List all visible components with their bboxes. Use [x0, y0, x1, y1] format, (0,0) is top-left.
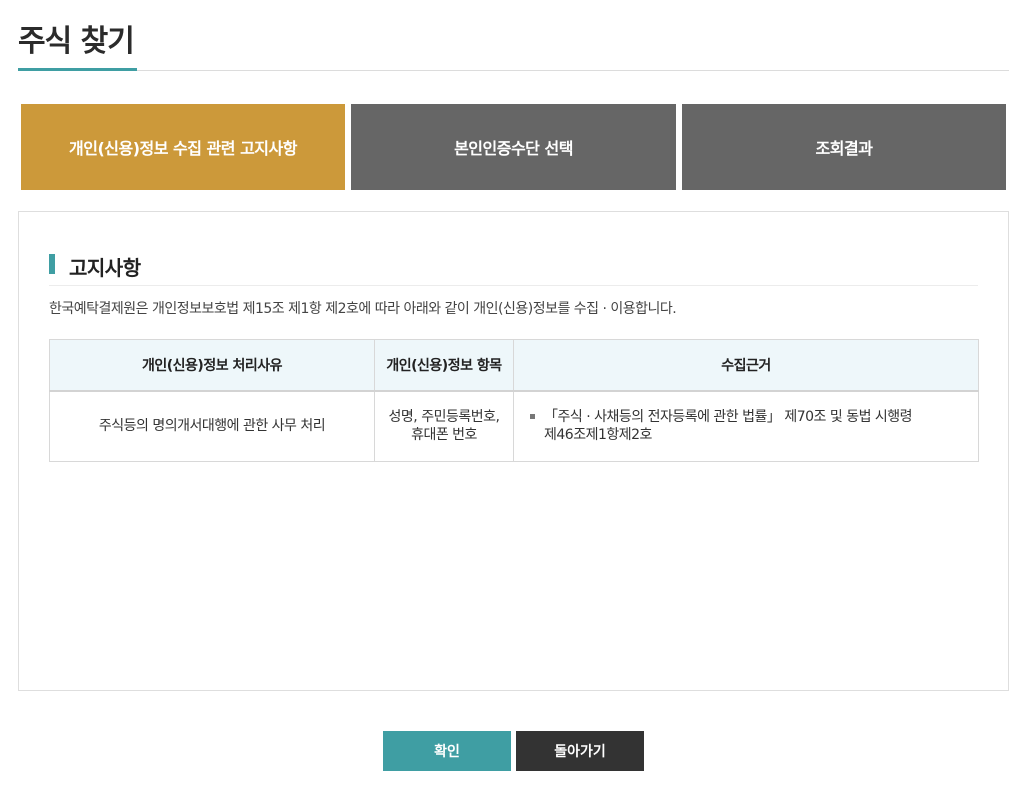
header-items: 개인(신용)정보 항목 — [374, 339, 514, 392]
title-underline — [18, 68, 137, 71]
cell-basis: 「주식 · 사채등의 전자등록에 관한 법률」 제70조 및 동법 시행령 제4… — [513, 390, 979, 462]
step-3-result[interactable]: 조회결과 — [682, 104, 1006, 190]
page-title: 주식 찾기 — [18, 24, 135, 59]
step-indicator: 개인(신용)정보 수집 관련 고지사항 본인인증수단 선택 조회결과 — [21, 104, 1006, 190]
step-2-auth-method[interactable]: 본인인증수단 선택 — [351, 104, 676, 190]
section-header: 고지사항 — [49, 252, 978, 286]
header-basis: 수집근거 — [513, 339, 979, 392]
confirm-button[interactable]: 확인 — [383, 731, 511, 771]
items-line-2: 휴대폰 번호 — [411, 427, 477, 444]
basis-line-1: 「주식 · 사채등의 전자등록에 관한 법률」 제70조 및 동법 시행령 — [544, 409, 913, 426]
step-1-notice[interactable]: 개인(신용)정보 수집 관련 고지사항 — [21, 104, 345, 190]
notice-table: 개인(신용)정보 처리사유 개인(신용)정보 항목 수집근거 주식등의 명의개서… — [49, 339, 979, 462]
notice-panel: 고지사항 한국예탁결제원은 개인정보보호법 제15조 제1항 제2호에 따라 아… — [18, 211, 1009, 691]
basis-item: 「주식 · 사채등의 전자등록에 관한 법률」 제70조 및 동법 시행령 제4… — [530, 408, 968, 444]
page-header: 주식 찾기 — [18, 0, 1009, 71]
cell-purpose: 주식등의 명의개서대행에 관한 사무 처리 — [49, 390, 375, 462]
page-root: 주식 찾기 개인(신용)정보 수집 관련 고지사항 본인인증수단 선택 조회결과… — [0, 0, 1017, 796]
section-title: 고지사항 — [69, 256, 141, 280]
bullet-icon — [530, 414, 535, 420]
cell-items: 성명, 주민등록번호, 휴대폰 번호 — [374, 390, 514, 462]
section-marker — [49, 254, 55, 274]
back-button[interactable]: 돌아가기 — [516, 731, 644, 771]
table-row: 주식등의 명의개서대행에 관한 사무 처리 성명, 주민등록번호, 휴대폰 번호… — [49, 390, 979, 462]
items-line-1: 성명, 주민등록번호, — [388, 409, 500, 426]
header-purpose: 개인(신용)정보 처리사유 — [49, 339, 375, 392]
table-header-row: 개인(신용)정보 처리사유 개인(신용)정보 항목 수집근거 — [49, 339, 979, 392]
basis-line-2: 제46조제1항제2호 — [544, 427, 652, 444]
notice-description: 한국예탁결제원은 개인정보보호법 제15조 제1항 제2호에 따라 아래와 같이… — [49, 301, 677, 317]
